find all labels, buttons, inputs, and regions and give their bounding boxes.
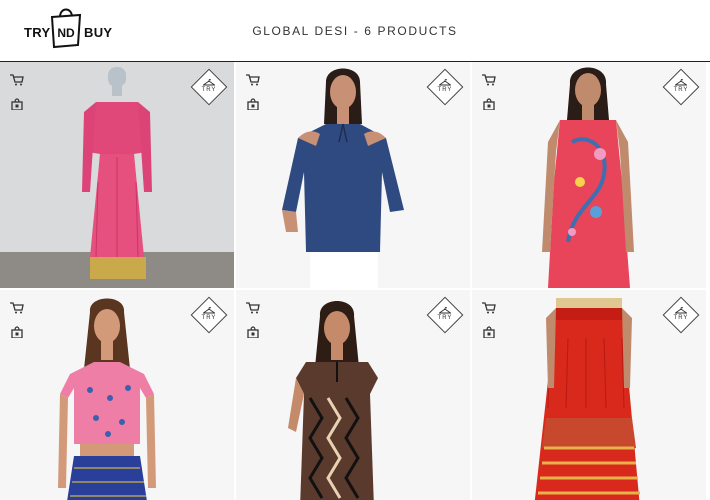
try-badge-label: TRY	[437, 87, 453, 93]
hanger-icon	[203, 78, 215, 86]
shopping-bag-icon[interactable]	[247, 326, 259, 338]
product-grid: TRY TRY TRY TRY TRY TRY	[0, 62, 710, 500]
try-on-button[interactable]: TRY	[662, 296, 700, 334]
product-card[interactable]: TRY	[472, 290, 706, 500]
hanger-icon	[439, 306, 451, 314]
try-on-button[interactable]: TRY	[662, 68, 700, 106]
page-title: GLOBAL DESI - 6 PRODUCTS	[252, 24, 458, 38]
add-to-cart-icon[interactable]	[482, 302, 496, 314]
try-badge-label: TRY	[673, 87, 689, 93]
hanger-icon	[439, 78, 451, 86]
try-on-button[interactable]: TRY	[426, 68, 464, 106]
add-to-cart-icon[interactable]	[10, 302, 24, 314]
product-card[interactable]: TRY	[0, 62, 234, 288]
try-on-button[interactable]: TRY	[426, 296, 464, 334]
try-badge-label: TRY	[201, 87, 217, 93]
try-badge-label: TRY	[673, 315, 689, 321]
shopping-bag-icon[interactable]	[11, 326, 23, 338]
shopping-bag-icon[interactable]	[483, 326, 495, 338]
hanger-icon	[203, 306, 215, 314]
product-card[interactable]: TRY	[472, 62, 706, 288]
try-on-button[interactable]: TRY	[190, 296, 228, 334]
shopping-bag-icon[interactable]	[11, 98, 23, 110]
site-header: TRY ND BUY GLOBAL DESI - 6 PRODUCTS	[0, 0, 710, 62]
add-to-cart-icon[interactable]	[246, 74, 260, 86]
try-badge-label: TRY	[437, 315, 453, 321]
try-on-button[interactable]: TRY	[190, 68, 228, 106]
shopping-bag-icon[interactable]	[247, 98, 259, 110]
shopping-bag-icon[interactable]	[483, 98, 495, 110]
product-card[interactable]: TRY	[236, 62, 470, 288]
add-to-cart-icon[interactable]	[482, 74, 496, 86]
hanger-icon	[675, 306, 687, 314]
try-badge-label: TRY	[201, 315, 217, 321]
product-card[interactable]: TRY	[0, 290, 234, 500]
add-to-cart-icon[interactable]	[10, 74, 24, 86]
add-to-cart-icon[interactable]	[246, 302, 260, 314]
product-card[interactable]: TRY	[236, 290, 470, 500]
hanger-icon	[675, 78, 687, 86]
